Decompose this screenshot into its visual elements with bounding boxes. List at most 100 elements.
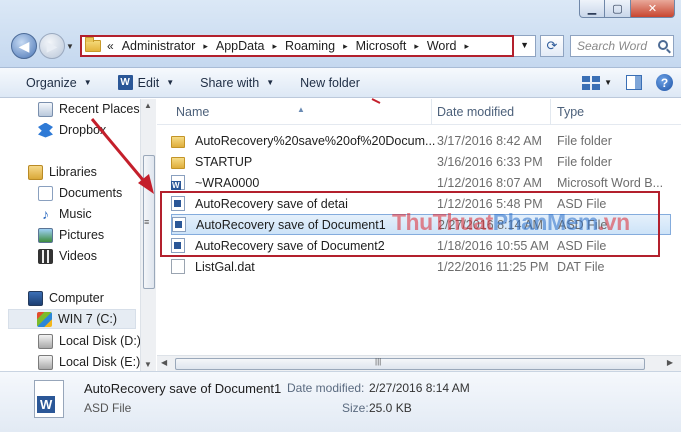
- refresh-button[interactable]: ⟳: [540, 35, 564, 57]
- address-dropdown-icon[interactable]: ▼: [520, 40, 529, 50]
- file-type: ASD File: [557, 196, 607, 211]
- breadcrumb-separator-icon[interactable]: ▸: [464, 41, 469, 52]
- details-file-name: AutoRecovery save of Document1: [84, 381, 282, 396]
- column-headers: ▲ Name Date modified Type: [157, 99, 681, 125]
- nav-label: Documents: [59, 186, 123, 200]
- breadcrumb-item-administrator[interactable]: Administrator: [122, 39, 196, 53]
- window-controls: ▁ ▢ ✕: [579, 0, 675, 18]
- nav-item-computer[interactable]: Computer: [28, 288, 104, 308]
- scrollbar-thumb[interactable]: [175, 358, 645, 370]
- music-icon: ♪: [42, 205, 49, 222]
- maximize-button[interactable]: ▢: [605, 0, 631, 18]
- breadcrumb-item-appdata[interactable]: AppData: [216, 39, 265, 53]
- asd-file-icon: [172, 217, 186, 232]
- new-folder-button[interactable]: New folder: [300, 76, 360, 90]
- command-bar: Organize ▼ W Edit ▼ Share with ▼ New folder…: [0, 68, 681, 98]
- breadcrumb-item-microsoft[interactable]: Microsoft: [356, 39, 407, 53]
- breadcrumb-separator-icon[interactable]: ▸: [414, 41, 419, 52]
- nav-label: WIN 7 (C:): [58, 312, 118, 326]
- organize-button[interactable]: Organize ▼: [26, 76, 92, 90]
- view-options-icon[interactable]: [582, 75, 601, 90]
- search-input[interactable]: Search Word: [570, 35, 674, 57]
- refresh-icon: ⟳: [546, 38, 558, 53]
- preview-pane-icon[interactable]: [626, 75, 642, 90]
- recent-places-icon: [38, 101, 53, 117]
- file-date: 2/27/2016 8:14 AM: [438, 217, 543, 232]
- nav-item-libraries[interactable]: Libraries: [28, 162, 97, 182]
- word-doc-icon: [34, 380, 64, 418]
- nav-label: Dropbox: [59, 123, 107, 137]
- chevron-down-icon[interactable]: ▼: [604, 78, 612, 87]
- computer-icon: [28, 290, 43, 306]
- details-date-value: 2/27/2016 8:14 AM: [369, 381, 470, 395]
- nav-item-local-disk-e[interactable]: Local Disk (E:): [38, 352, 140, 371]
- dropbox-icon: [38, 122, 53, 138]
- column-header-date[interactable]: Date modified: [437, 105, 514, 119]
- organize-label: Organize: [26, 75, 77, 90]
- file-list: ▲ Name Date modified Type AutoRecovery%2…: [157, 99, 681, 371]
- toolbar-right: ▼ ?: [582, 74, 673, 91]
- column-header-name[interactable]: Name: [176, 105, 209, 119]
- videos-icon: [38, 248, 53, 264]
- nav-label: Local Disk (E:): [59, 355, 140, 369]
- breadcrumb-separator-icon[interactable]: ▸: [343, 41, 348, 52]
- scroll-down-icon[interactable]: ▼: [144, 360, 152, 369]
- file-row[interactable]: AutoRecovery%20save%20of%20Docum... 3/17…: [171, 130, 681, 151]
- folder-icon: [171, 135, 185, 148]
- file-row[interactable]: ListGal.dat 1/22/2016 11:25 PM DAT File: [171, 256, 681, 277]
- column-header-type[interactable]: Type: [557, 105, 584, 119]
- file-row[interactable]: AutoRecovery save of Document2 1/18/2016…: [171, 235, 681, 256]
- breadcrumb-separator-icon[interactable]: ▸: [203, 41, 208, 52]
- minimize-button[interactable]: ▁: [579, 0, 605, 18]
- nav-item-music[interactable]: ♪ Music: [38, 204, 92, 224]
- nav-item-documents[interactable]: Documents: [38, 183, 122, 203]
- file-type: ASD File: [558, 217, 608, 232]
- nav-item-videos[interactable]: Videos: [38, 246, 97, 266]
- asd-file-icon: [171, 196, 185, 211]
- address-bar[interactable]: « Administrator ▸ AppData ▸ Roaming ▸ Mi…: [80, 35, 536, 57]
- file-date: 3/16/2016 6:33 PM: [437, 154, 543, 169]
- nav-label: Pictures: [59, 228, 105, 242]
- details-size-value: 25.0 KB: [369, 401, 412, 415]
- scrollbar-grip-icon: ≡: [144, 217, 150, 227]
- file-row[interactable]: ~WRA0000 1/12/2016 8:07 AM Microsoft Wor…: [171, 172, 681, 193]
- recent-pages-dropdown[interactable]: ▼: [66, 42, 74, 51]
- file-row[interactable]: STARTUP 3/16/2016 6:33 PM File folder: [171, 151, 681, 172]
- nav-item-win7-drive[interactable]: WIN 7 (C:): [8, 309, 136, 329]
- scrollbar-grip-icon: |||: [375, 357, 382, 366]
- help-icon[interactable]: ?: [656, 74, 673, 91]
- nav-item-recent-places[interactable]: Recent Places: [38, 99, 140, 119]
- breadcrumb-separator-icon[interactable]: ▸: [273, 41, 278, 52]
- share-with-button[interactable]: Share with ▼: [200, 76, 274, 90]
- edit-button[interactable]: W Edit ▼: [117, 75, 174, 90]
- horizontal-scrollbar[interactable]: ◀ ||| ▶: [157, 355, 681, 371]
- breadcrumb-item-roaming[interactable]: Roaming: [285, 39, 335, 53]
- scroll-right-icon[interactable]: ▶: [667, 358, 673, 367]
- nav-item-pictures[interactable]: Pictures: [38, 225, 104, 245]
- close-button[interactable]: ✕: [631, 0, 675, 18]
- file-type: File folder: [557, 133, 612, 148]
- file-date: 1/12/2016 5:48 PM: [437, 196, 543, 211]
- share-with-label: Share with: [200, 75, 260, 90]
- navigation-scrollbar[interactable]: ▲ ≡ ▼: [140, 99, 156, 371]
- file-row[interactable]: AutoRecovery save of detai 1/12/2016 5:4…: [171, 193, 681, 214]
- chevron-down-icon: ▼: [266, 78, 275, 87]
- title-bar: ▁ ▢ ✕: [0, 0, 681, 68]
- breadcrumb-overflow[interactable]: «: [107, 39, 114, 53]
- forward-button[interactable]: ▶: [39, 33, 65, 59]
- search-icon[interactable]: [658, 40, 668, 50]
- scroll-left-icon[interactable]: ◀: [161, 358, 167, 367]
- file-row-selected[interactable]: AutoRecovery save of Document1 2/27/2016…: [171, 214, 671, 235]
- scroll-up-icon[interactable]: ▲: [144, 101, 152, 110]
- back-button[interactable]: ◀: [11, 33, 37, 59]
- nav-label: Recent Places: [59, 102, 140, 116]
- minimize-icon: ▁: [587, 3, 597, 15]
- navigation-pane: Recent Places Dropbox Libraries Document…: [0, 99, 140, 371]
- search-placeholder: Search Word: [577, 39, 648, 53]
- file-name: ListGal.dat: [195, 259, 255, 274]
- breadcrumb-item-word[interactable]: Word: [427, 39, 457, 53]
- windows-drive-icon: [37, 311, 52, 327]
- file-name: AutoRecovery%20save%20of%20Docum...: [195, 133, 435, 148]
- nav-item-local-disk-d[interactable]: Local Disk (D:): [38, 331, 140, 351]
- nav-item-dropbox[interactable]: Dropbox: [38, 120, 106, 140]
